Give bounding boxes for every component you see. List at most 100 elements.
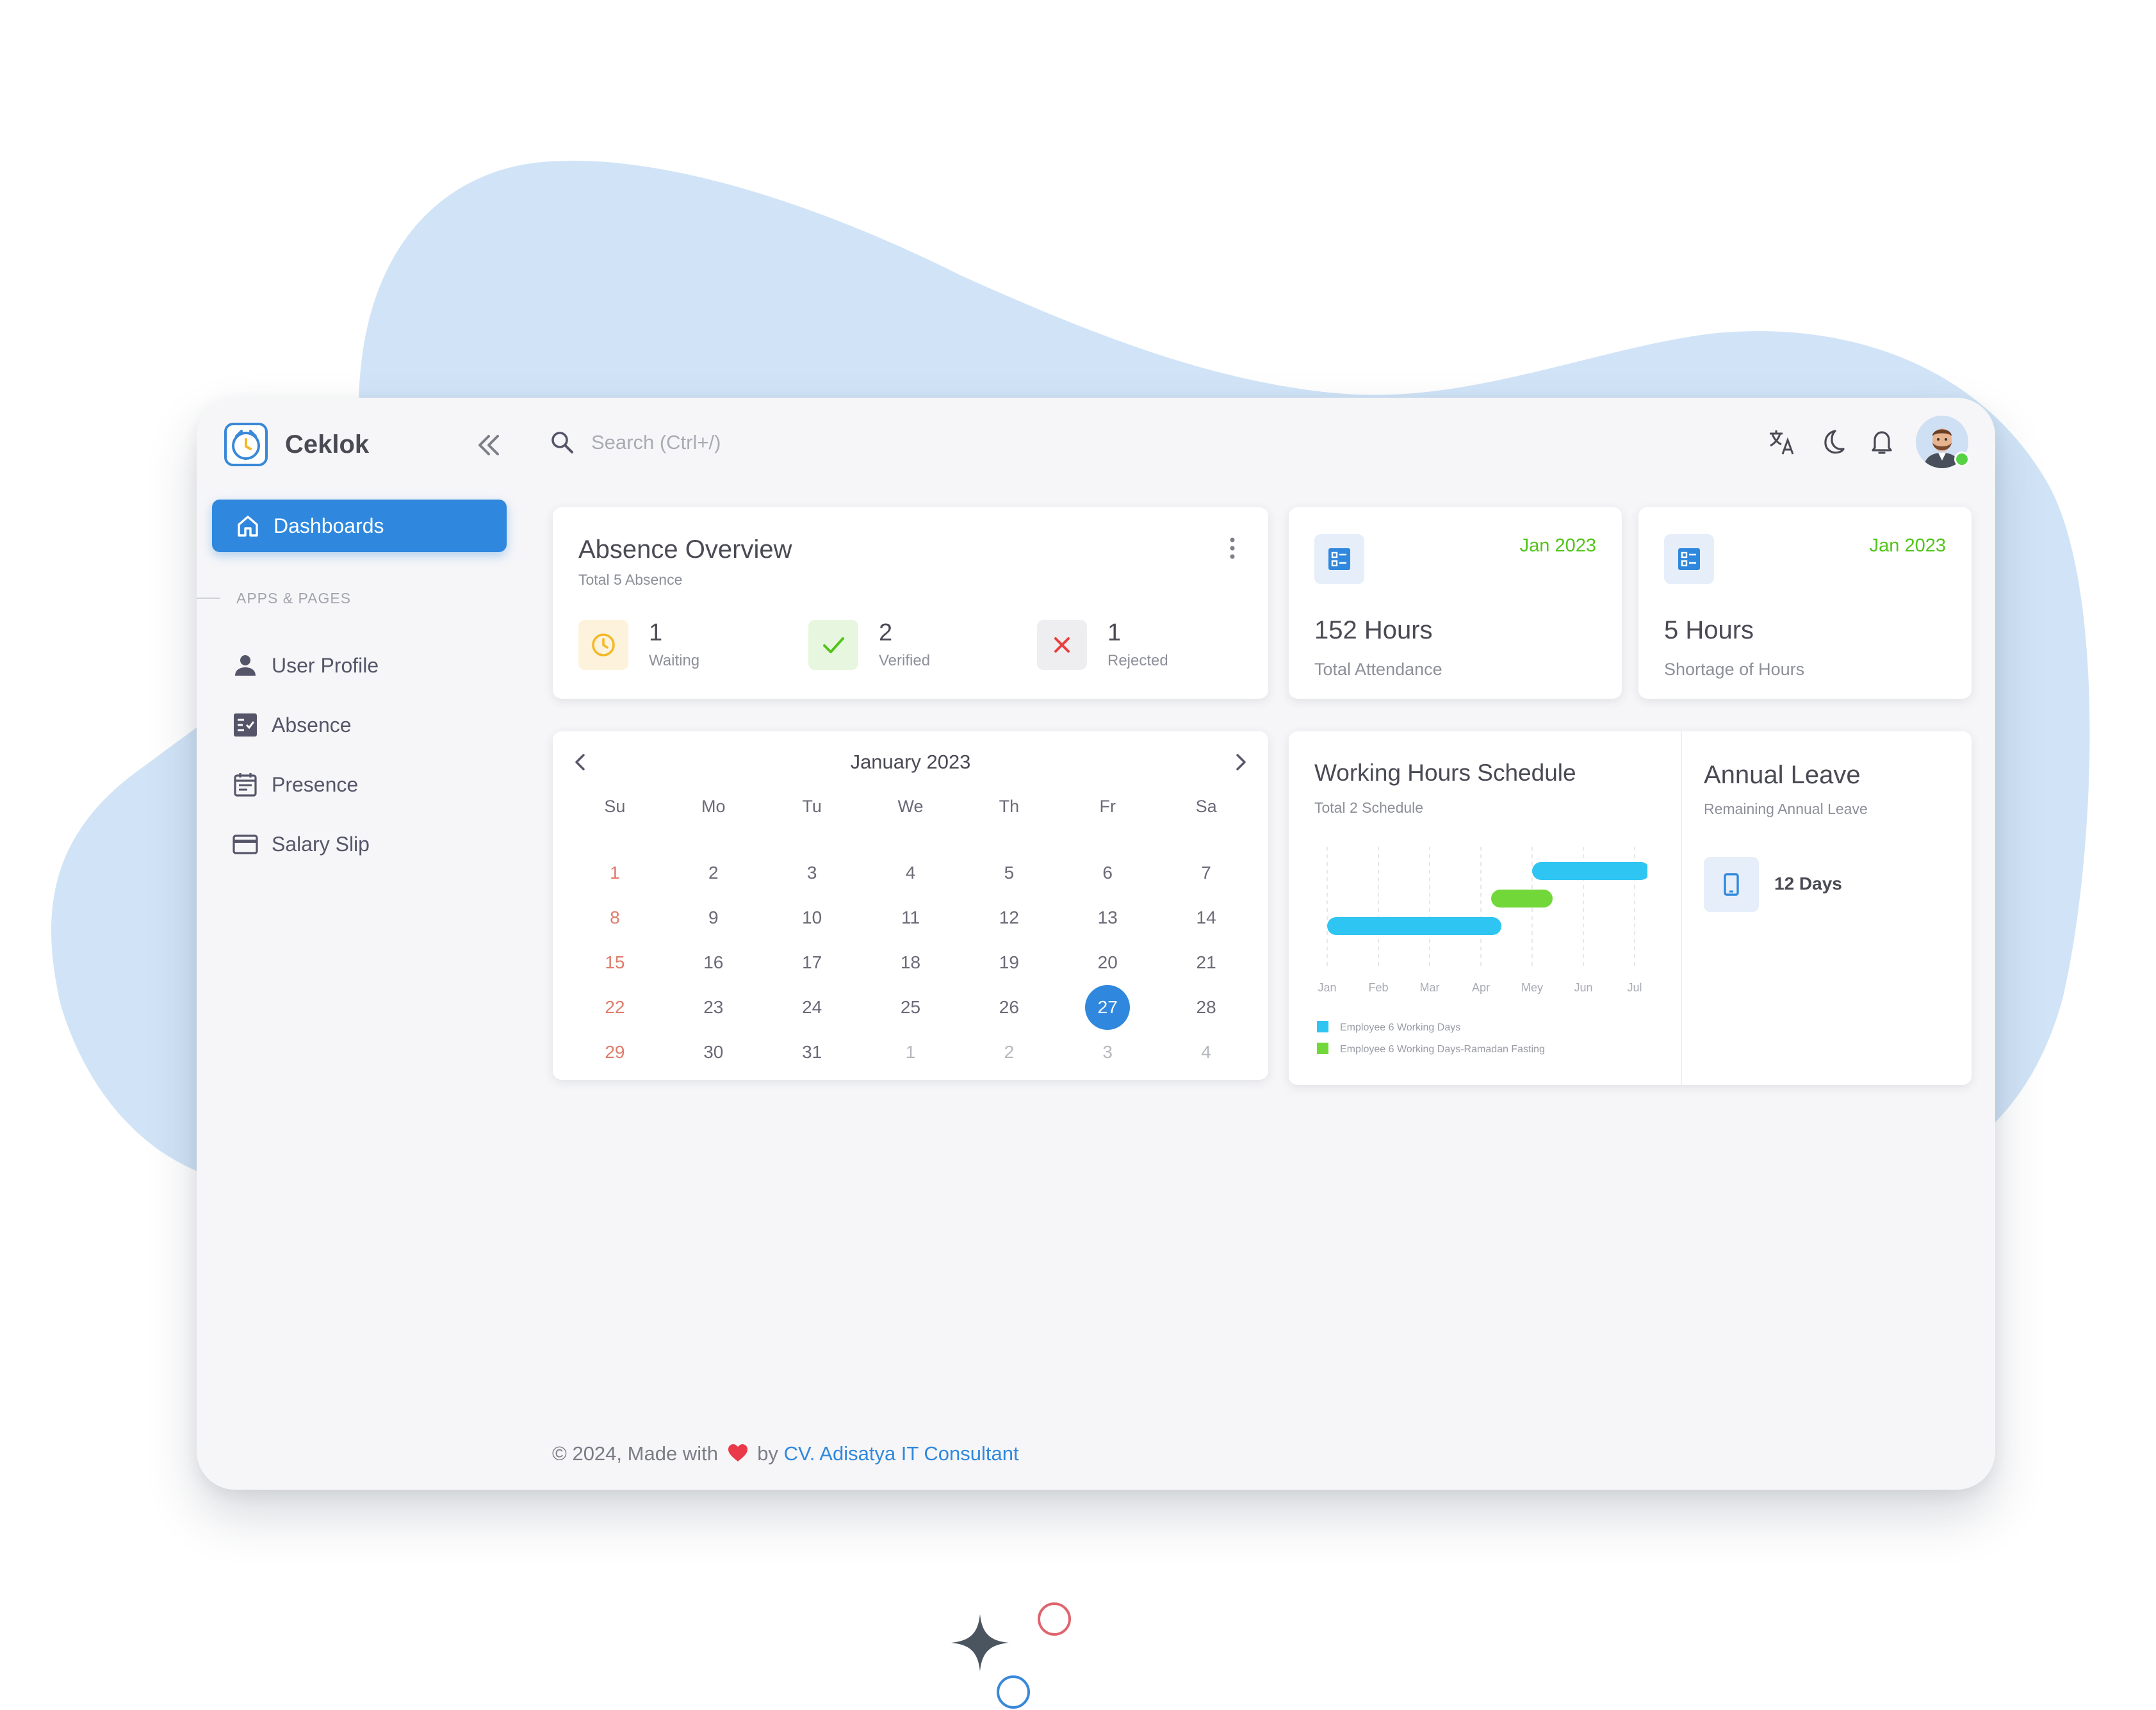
- sidebar-item-presence[interactable]: Presence: [232, 765, 501, 804]
- calendar-day-selected[interactable]: 27: [1058, 985, 1157, 1030]
- app-name: Ceklok: [285, 430, 370, 459]
- calendar-day[interactable]: 24: [763, 985, 862, 1030]
- stat-value: 5 Hours: [1664, 616, 1754, 644]
- avatar[interactable]: [1916, 416, 1970, 468]
- calendar-day[interactable]: 20: [1058, 940, 1157, 985]
- stat-label: Shortage of Hours: [1664, 660, 1805, 679]
- calendar-day[interactable]: 6: [1058, 851, 1157, 895]
- calendar-day[interactable]: 15: [566, 940, 664, 985]
- calendar-day-number: 3: [806, 863, 817, 883]
- calendar-day[interactable]: 26: [960, 985, 1058, 1030]
- search-bar[interactable]: [549, 423, 933, 462]
- circle-decoration-red: [1038, 1602, 1071, 1636]
- x-axis-tick-label: Mar: [1420, 981, 1440, 994]
- calendar-day[interactable]: 7: [1157, 851, 1255, 895]
- legend-label: Employee 6 Working Days: [1340, 1022, 1460, 1033]
- calendar-day[interactable]: 16: [664, 940, 763, 985]
- calendar-week-row: 1 2 3 4 5 6 7: [566, 851, 1255, 895]
- calendar-day-number: 9: [708, 908, 719, 927]
- calendar-day[interactable]: 23: [664, 985, 763, 1030]
- weekday-label: Th: [999, 796, 1020, 816]
- calendar-month-title: January 2023: [850, 751, 971, 773]
- calendar-day[interactable]: 11: [862, 895, 960, 940]
- calendar-day[interactable]: 12: [960, 895, 1058, 940]
- sidebar-item-salary-slip[interactable]: Salary Slip: [232, 825, 501, 863]
- calendar-day[interactable]: 14: [1157, 895, 1255, 940]
- calendar-day[interactable]: 31: [763, 1030, 862, 1075]
- sidebar-item-label: Salary Slip: [272, 832, 370, 856]
- calendar-day[interactable]: 3: [1058, 1030, 1157, 1075]
- calendar-day-number: 24: [802, 997, 822, 1017]
- sidebar-item-absence[interactable]: Absence: [232, 706, 501, 744]
- home-icon: [238, 516, 258, 537]
- calendar-day[interactable]: 4: [862, 851, 960, 895]
- calendar-day[interactable]: 2: [960, 1030, 1058, 1075]
- calendar-day-number: 11: [901, 908, 920, 927]
- brand[interactable]: Ceklok: [224, 422, 369, 467]
- app-window: Ceklok Dashboards APPS & PAGES User Prof…: [197, 398, 1995, 1490]
- calendar-day[interactable]: 19: [960, 940, 1058, 985]
- bell-icon[interactable]: [1866, 426, 1898, 458]
- list-icon: [1678, 548, 1700, 570]
- calendar-day[interactable]: 4: [1157, 1030, 1255, 1075]
- weekday-label: Fr: [1099, 796, 1116, 816]
- chevron-left-icon[interactable]: [566, 747, 595, 777]
- legend-swatch: [1317, 1021, 1328, 1032]
- clock-icon: [592, 633, 615, 656]
- topbar-actions: [1766, 416, 1970, 468]
- search-input[interactable]: [590, 430, 926, 455]
- sidebar-item-dashboards[interactable]: Dashboards: [212, 500, 507, 552]
- sidebar-item-label: Presence: [272, 772, 359, 796]
- translate-icon[interactable]: [1766, 426, 1798, 458]
- calendar-day[interactable]: 22: [566, 985, 664, 1030]
- calendar-day[interactable]: 29: [566, 1030, 664, 1075]
- calendar-header: January 2023: [553, 745, 1268, 779]
- calendar-day[interactable]: 25: [862, 985, 960, 1030]
- calendar-day[interactable]: 18: [862, 940, 960, 985]
- calendar-day[interactable]: 8: [566, 895, 664, 940]
- stat-icon-box: [808, 620, 858, 670]
- calendar-day[interactable]: 1: [566, 851, 664, 895]
- calendar-day[interactable]: 9: [664, 895, 763, 940]
- calendar-day[interactable]: 17: [763, 940, 862, 985]
- calendar-day[interactable]: 1: [862, 1030, 960, 1075]
- company-link[interactable]: CV. Adisatya IT Consultant: [784, 1442, 1019, 1465]
- calendar-day-number: 28: [1196, 997, 1216, 1017]
- sidebar-item-label: Absence: [272, 713, 352, 737]
- calendar-day[interactable]: 28: [1157, 985, 1255, 1030]
- footer: © 2024, Made with by CV. Adisatya IT Con…: [552, 1442, 1019, 1465]
- stat-rejected: 1 Rejected: [1037, 620, 1168, 670]
- calendar-day-number: 4: [1201, 1042, 1211, 1062]
- calendar-day[interactable]: 13: [1058, 895, 1157, 940]
- more-options-icon[interactable]: [1226, 535, 1239, 561]
- calendar-icon: [234, 773, 257, 797]
- stat-label: Verified: [879, 652, 931, 669]
- calendar-day[interactable]: 3: [763, 851, 862, 895]
- section-header: APPS & PAGES: [197, 589, 504, 608]
- calendar-day-number: 10: [802, 908, 822, 927]
- calendar-day-number: 30: [703, 1042, 724, 1062]
- chevron-right-icon[interactable]: [1226, 747, 1255, 777]
- stat-value: 1: [649, 619, 663, 646]
- card-title: Absence Overview: [578, 535, 792, 564]
- close-icon: [1054, 637, 1070, 653]
- stat-value: 152 Hours: [1314, 616, 1433, 644]
- calendar-day[interactable]: 30: [664, 1030, 763, 1075]
- annual-leave-value: 12 Days: [1774, 874, 1842, 893]
- card-title: Working Hours Schedule: [1314, 760, 1576, 786]
- weekday-label: Tu: [802, 796, 822, 816]
- calendar-day-number: 17: [802, 952, 822, 972]
- calendar-day[interactable]: 21: [1157, 940, 1255, 985]
- stat-waiting: 1 Waiting: [578, 620, 699, 670]
- sidebar-item-user-profile[interactable]: User Profile: [232, 646, 501, 685]
- period-label: Jan 2023: [1869, 535, 1946, 556]
- calendar-day[interactable]: 10: [763, 895, 862, 940]
- collapse-sidebar-icon[interactable]: [472, 431, 504, 459]
- moon-icon[interactable]: [1816, 426, 1848, 458]
- calendar-day-number: 22: [605, 997, 625, 1017]
- online-status-indicator: [1954, 452, 1970, 467]
- calendar-day[interactable]: 2: [664, 851, 763, 895]
- calendar-day[interactable]: 5: [960, 851, 1058, 895]
- stat-label: Rejected: [1107, 652, 1168, 669]
- stat-verified: 2 Verified: [808, 620, 930, 670]
